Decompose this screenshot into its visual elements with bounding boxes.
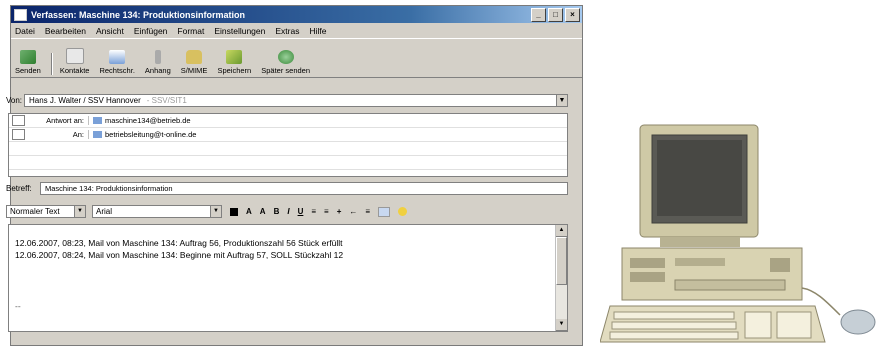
smime-label: S/MIME [180, 66, 208, 75]
menu-einfuegen[interactable]: Einfügen [134, 26, 168, 36]
chevron-down-icon: ▼ [210, 206, 221, 217]
font-size-down-button[interactable]: A [260, 207, 266, 216]
address-type-icon[interactable] [12, 129, 25, 140]
attachment-label: Anhang [144, 66, 171, 75]
chevron-down-icon: ▼ [74, 206, 85, 217]
system-unit-icon [621, 247, 803, 301]
monitor-icon [639, 124, 759, 247]
lock-icon [186, 50, 203, 64]
font-size-up-button[interactable]: A [246, 207, 252, 216]
menu-einstellungen[interactable]: Einstellungen [214, 26, 265, 36]
format-toolbar: Normaler Text ▼ Arial ▼ A A B I U ≡ ≡ + … [6, 203, 568, 220]
recipient-row-empty[interactable] [9, 142, 567, 156]
spellcheck-icon [109, 50, 126, 64]
toolbar: Senden Kontakte Rechtschr. Anhang S/MIME… [11, 38, 582, 78]
recipient-row[interactable]: Antwort an: maschine134@betrieb.de [9, 114, 567, 128]
chevron-down-icon[interactable]: ▼ [557, 93, 568, 107]
vertical-scrollbar[interactable]: ▲ ▼ [555, 225, 567, 331]
send-later-icon [277, 50, 294, 64]
from-suffix: - SSV/SIT1 [146, 95, 187, 105]
attachment-icon [154, 50, 161, 64]
menu-format[interactable]: Format [177, 26, 204, 36]
italic-button[interactable]: I [287, 207, 289, 216]
subject-input[interactable]: Maschine 134: Produktionsinformation [40, 182, 568, 195]
recipient-address[interactable]: maschine134@betrieb.de [105, 116, 191, 125]
contacts-button[interactable]: Kontakte [59, 48, 90, 75]
save-button[interactable]: Speichern [217, 50, 251, 75]
subject-row: Betreff: Maschine 134: Produktionsinform… [6, 181, 568, 196]
minimize-button[interactable]: _ [531, 7, 546, 22]
paragraph-style-value: Normaler Text [10, 206, 60, 216]
align-button[interactable]: ≡ [365, 207, 370, 216]
numbered-list-button[interactable]: ≡ [311, 207, 316, 216]
contacts-label: Kontakte [59, 66, 90, 75]
scroll-down-icon[interactable]: ▼ [556, 319, 567, 331]
attachment-button[interactable]: Anhang [145, 50, 171, 75]
menu-bearbeiten[interactable]: Bearbeiten [45, 26, 86, 36]
font-value: Arial [96, 206, 113, 216]
signature-separator: -- [15, 301, 21, 311]
menu-extras[interactable]: Extras [275, 26, 299, 36]
recipient-type[interactable]: Antwort an: [28, 116, 89, 125]
from-select[interactable]: Hans J. Walter / SSV Hannover - SSV/SIT1 [24, 93, 557, 107]
spellcheck-label: Rechtschr. [99, 66, 135, 75]
indent-button[interactable]: + [337, 207, 342, 216]
menu-bar: Datei Bearbeiten Ansicht Einfügen Format… [11, 23, 582, 38]
insert-link-icon[interactable] [378, 206, 391, 217]
recipient-row-empty[interactable] [9, 156, 567, 170]
contacts-icon [65, 48, 84, 64]
message-line: 12.06.2007, 08:23, Mail von Maschine 134… [15, 238, 343, 248]
recipient-type[interactable]: An: [28, 130, 89, 139]
toolbar-separator [50, 53, 52, 75]
bold-button[interactable]: B [274, 207, 280, 216]
title-bar[interactable]: Verfassen: Maschine 134: Produktionsinfo… [11, 6, 582, 23]
scroll-thumb[interactable] [556, 237, 567, 285]
message-body[interactable]: 12.06.2007, 08:23, Mail von Maschine 134… [8, 224, 568, 332]
from-label: Von: [6, 95, 23, 105]
recipient-address[interactable]: betriebsleitung@t-online.de [105, 130, 196, 139]
recipient-row[interactable]: An: betriebsleitung@t-online.de [9, 128, 567, 142]
send-later-label: Später senden [261, 66, 311, 75]
maximize-button[interactable]: □ [548, 7, 563, 22]
contact-card-icon [93, 117, 102, 124]
save-icon [226, 50, 243, 64]
keyboard-icon [600, 305, 826, 343]
send-label: Senden [15, 66, 41, 75]
underline-button[interactable]: U [298, 207, 304, 216]
message-line: 12.06.2007, 08:24, Mail von Maschine 134… [15, 250, 344, 260]
window-title: Verfassen: Maschine 134: Produktionsinfo… [31, 9, 246, 20]
paragraph-style-select[interactable]: Normaler Text ▼ [6, 205, 86, 218]
close-button[interactable]: × [565, 7, 580, 22]
smiley-icon[interactable] [398, 207, 408, 216]
send-button[interactable]: Senden [15, 50, 41, 75]
send-later-button[interactable]: Später senden [261, 50, 310, 75]
subject-label: Betreff: [6, 184, 32, 193]
bullet-list-button[interactable]: ≡ [324, 207, 329, 216]
smime-button[interactable]: S/MIME [180, 50, 208, 75]
save-label: Speichern [217, 66, 252, 75]
menu-datei[interactable]: Datei [15, 26, 35, 36]
send-icon [19, 50, 36, 64]
envelope-icon [14, 8, 27, 21]
outdent-button[interactable]: ← [349, 207, 357, 216]
font-color-icon[interactable] [230, 207, 238, 216]
font-select[interactable]: Arial ▼ [92, 205, 222, 218]
recipients-list: Antwort an: maschine134@betrieb.de An: b… [8, 113, 568, 177]
from-value: Hans J. Walter / SSV Hannover [29, 95, 141, 105]
from-row: Von: Hans J. Walter / SSV Hannover - SSV… [6, 92, 568, 108]
spellcheck-button[interactable]: Rechtschr. [99, 50, 135, 75]
scroll-up-icon[interactable]: ▲ [556, 225, 567, 237]
menu-ansicht[interactable]: Ansicht [96, 26, 124, 36]
contact-card-icon [93, 131, 102, 138]
address-type-icon[interactable] [12, 115, 25, 126]
menu-hilfe[interactable]: Hilfe [309, 26, 326, 36]
computer-illustration [600, 124, 876, 343]
